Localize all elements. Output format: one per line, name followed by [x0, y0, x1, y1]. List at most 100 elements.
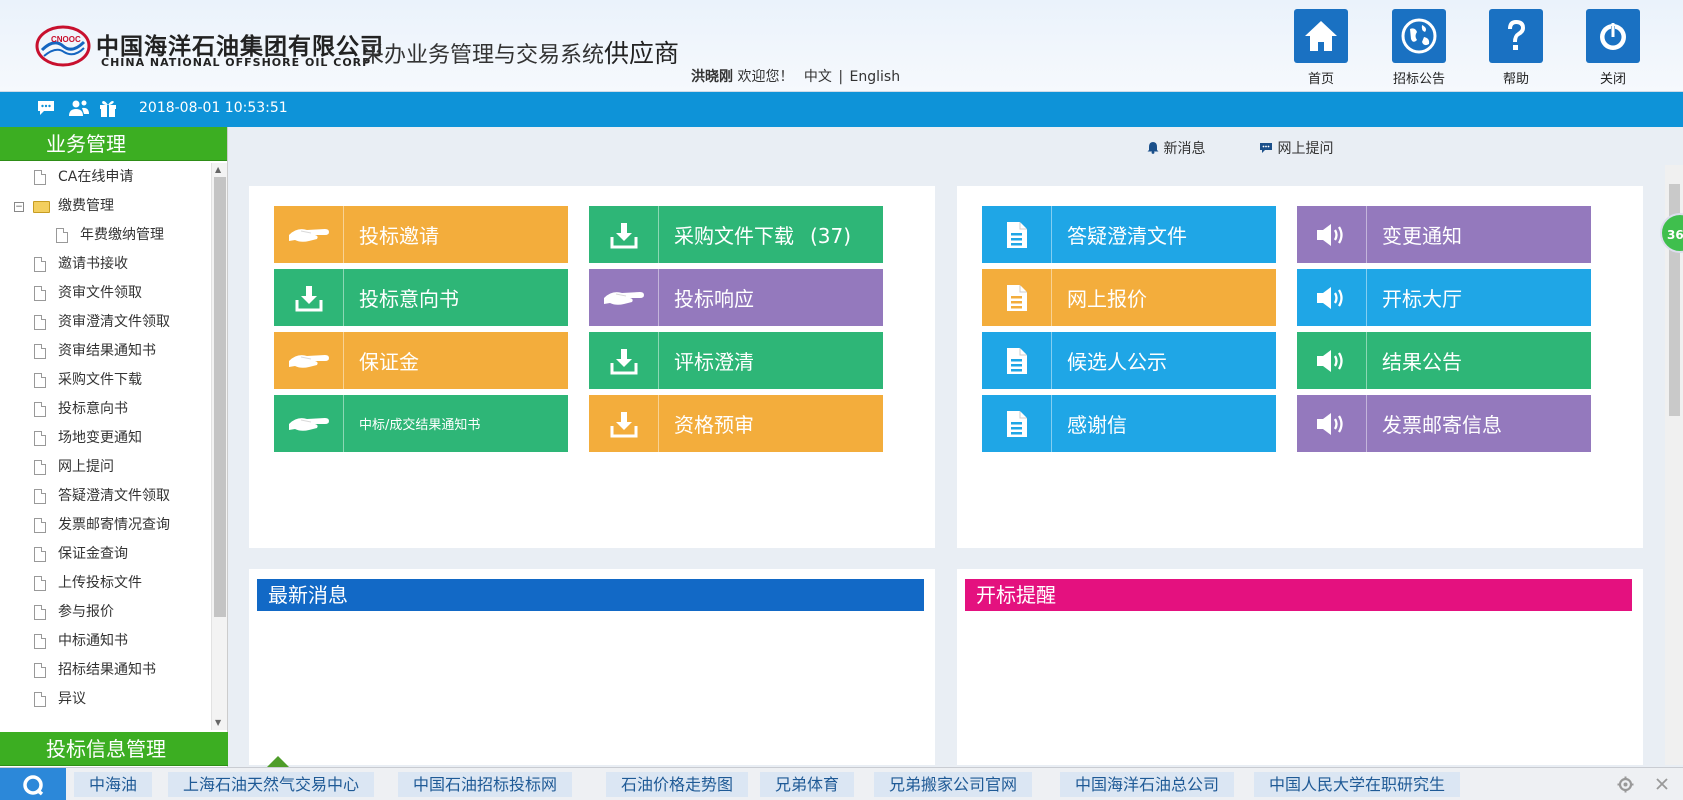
bottom-link[interactable]: 中海油: [74, 772, 153, 797]
sidebar-item-label: 发票邮寄情况查询: [58, 517, 170, 533]
sidebar-item[interactable]: 邀请书接收: [0, 250, 211, 279]
tile-button[interactable]: 投标邀请: [274, 206, 568, 263]
sidebar-item[interactable]: 中标通知书: [0, 627, 211, 656]
new-message-link[interactable]: 新消息: [1147, 138, 1205, 158]
tile-button[interactable]: 变更通知: [1297, 206, 1591, 263]
main-scrollbar[interactable]: [1665, 165, 1683, 765]
sidebar-item[interactable]: 上传投标文件: [0, 569, 211, 598]
sidebar-item[interactable]: CA在线申请: [0, 163, 211, 192]
sidebar-item[interactable]: 参与报价: [0, 598, 211, 627]
sidebar-header-bid-info[interactable]: 投标信息管理: [0, 732, 228, 766]
sidebar-item[interactable]: 发票邮寄情况查询: [0, 511, 211, 540]
tile-label-text: 感谢信: [1067, 413, 1127, 437]
sidebar-item[interactable]: 保证金查询: [0, 540, 211, 569]
tile-count: (37): [810, 224, 852, 248]
sidebar-scrollbar[interactable]: ▲ ▼: [211, 163, 227, 730]
sidebar-item[interactable]: 投标意向书: [0, 395, 211, 424]
sidebar-item[interactable]: 场地变更通知: [0, 424, 211, 453]
bottom-link[interactable]: 兄弟搬家公司官网: [874, 772, 1033, 797]
chat-icon[interactable]: [36, 99, 56, 117]
sidebar-item-label: 异议: [58, 691, 86, 707]
tile-button[interactable]: 答疑澄清文件: [982, 206, 1276, 263]
tile-label: 投标邀请: [344, 220, 439, 249]
gift-icon[interactable]: [98, 99, 118, 117]
collapse-toggle-icon[interactable]: −: [14, 202, 24, 212]
sidebar-item[interactable]: 答疑澄清文件领取: [0, 482, 211, 511]
sidebar-item[interactable]: 资审澄清文件领取: [0, 308, 211, 337]
tile-button[interactable]: 网上报价: [982, 269, 1276, 326]
scroll-up-arrow[interactable]: ▲: [215, 165, 221, 174]
new-message-label: 新消息: [1163, 141, 1206, 157]
sidebar-item[interactable]: 资审文件领取: [0, 279, 211, 308]
bottom-link[interactable]: 中国人民大学在职研究生: [1254, 772, 1461, 797]
online-question-link[interactable]: 网上提问: [1259, 138, 1333, 158]
sidebar-header-business[interactable]: 业务管理: [0, 127, 227, 161]
sidebar-item[interactable]: 年费缴纳管理: [0, 221, 211, 250]
lang-en-link[interactable]: English: [850, 69, 901, 85]
document-icon: [34, 489, 46, 504]
sidebar-item-label: 参与报价: [58, 604, 114, 620]
tile-button[interactable]: 投标响应: [589, 269, 883, 326]
document-icon: [34, 170, 46, 185]
tile-button[interactable]: 结果公告: [1297, 332, 1591, 389]
sidebar-item[interactable]: 资审结果通知书: [0, 337, 211, 366]
tile-label: 变更通知: [1367, 220, 1462, 249]
tile-button[interactable]: 中标/成交结果通知书: [274, 395, 568, 452]
bottom-link[interactable]: 上海石油天然气交易中心: [168, 772, 375, 797]
sidebar-item[interactable]: 招标结果通知书: [0, 656, 211, 685]
system-title: 采办业务管理与交易系统供应商: [362, 34, 679, 70]
tile-label-text: 投标响应: [674, 287, 754, 311]
sidebar-item[interactable]: 采购文件下载: [0, 366, 211, 395]
power-icon: [1586, 9, 1640, 63]
home-button[interactable]: 首页: [1289, 9, 1353, 87]
tile-label-text: 结果公告: [1382, 350, 1462, 374]
tile-label: 中标/成交结果通知书: [344, 414, 480, 433]
tile-label: 评标澄清: [659, 346, 754, 375]
document-icon: [34, 431, 46, 446]
scroll-down-arrow[interactable]: ▼: [215, 718, 221, 727]
sidebar-item[interactable]: 网上提问: [0, 453, 211, 482]
tile-button[interactable]: 资格预审: [589, 395, 883, 452]
tile-button[interactable]: 评标澄清: [589, 332, 883, 389]
company-name-en: CHINA NATIONAL OFFSHORE OIL CORP: [101, 56, 372, 69]
close-icon[interactable]: [1655, 777, 1669, 791]
bottom-link[interactable]: 中国海洋石油总公司: [1060, 772, 1235, 797]
floating-badge[interactable]: 36: [1660, 213, 1683, 253]
document-icon: [34, 547, 46, 562]
bottom-link[interactable]: 石油价格走势图: [606, 772, 749, 797]
speaker-icon: [1297, 206, 1367, 263]
sidebar-item-label: 缴费管理: [58, 198, 114, 214]
document-icon: [56, 228, 68, 243]
users-icon[interactable]: [68, 99, 90, 117]
bid-notice-button[interactable]: 招标公告: [1387, 9, 1451, 87]
download-icon: [589, 395, 659, 452]
sidebar-scroll-thumb[interactable]: [214, 177, 226, 617]
tile-button[interactable]: 感谢信: [982, 395, 1276, 452]
role-label: 供应商: [604, 39, 680, 68]
bid-reminder-panel: 开标提醒: [957, 569, 1643, 765]
tile-button[interactable]: 开标大厅: [1297, 269, 1591, 326]
settings-icon[interactable]: [1617, 776, 1634, 793]
handshake-icon: [274, 206, 344, 263]
handshake-icon: [589, 269, 659, 326]
tile-panel-right: 答疑澄清文件 变更通知网上报价 开标大厅 候选人公示 结果公告感谢信 发票邮寄信息: [957, 186, 1643, 548]
tile-button[interactable]: 候选人公示: [982, 332, 1276, 389]
close-button[interactable]: 关闭: [1581, 9, 1645, 87]
sidebar-item-label: 投标意向书: [58, 401, 128, 417]
globe-icon: [1392, 9, 1446, 63]
tile-button[interactable]: 保证金: [274, 332, 568, 389]
tile-button[interactable]: 发票邮寄信息: [1297, 395, 1591, 452]
sidebar-item[interactable]: − 缴费管理: [0, 192, 211, 221]
tile-button[interactable]: 投标意向书: [274, 269, 568, 326]
sidebar-item-label: 答疑澄清文件领取: [58, 488, 170, 504]
bottom-link[interactable]: 中国石油招标投标网: [398, 772, 573, 797]
browser-logo-icon[interactable]: [0, 768, 66, 800]
bottom-link[interactable]: 兄弟体育: [760, 772, 855, 797]
online-question-label: 网上提问: [1277, 141, 1334, 157]
user-name: 洪晓刚: [691, 69, 733, 85]
lang-cn-link[interactable]: 中文: [804, 69, 832, 85]
help-button[interactable]: 帮助: [1484, 9, 1548, 87]
sidebar-item-label: 年费缴纳管理: [80, 227, 164, 243]
sidebar-item[interactable]: 异议: [0, 685, 211, 714]
tile-button[interactable]: 采购文件下载 (37): [589, 206, 883, 263]
